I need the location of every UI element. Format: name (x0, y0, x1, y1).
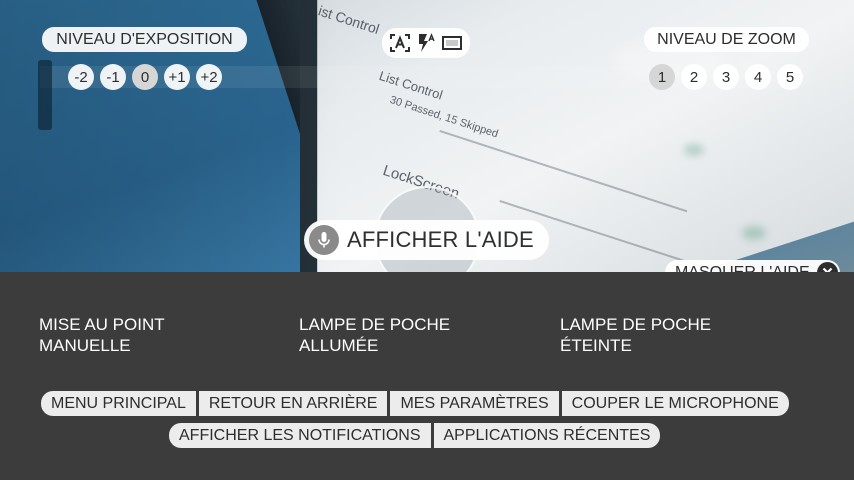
exposure-option[interactable]: +2 (196, 64, 222, 90)
microphone-icon (309, 225, 339, 255)
aspect-ratio-icon[interactable] (441, 34, 463, 52)
global-commands-row: AFFICHER LES NOTIFICATIONS APPLICATIONS … (169, 423, 661, 448)
zoom-option[interactable]: 3 (713, 64, 739, 90)
zoom-label: NIVEAU DE ZOOM (644, 27, 809, 52)
exposure-option-selected[interactable]: 0 (132, 64, 158, 90)
global-commands-row: MENU PRINCIPAL RETOUR EN ARRIÈRE MES PAR… (41, 391, 789, 416)
zoom-option[interactable]: 2 (681, 64, 707, 90)
voice-command-flashlight-off[interactable]: LAMPE DE POCHE ÉTEINTE (560, 314, 780, 356)
command-recent-apps[interactable]: APPLICATIONS RÉCENTES (433, 423, 661, 448)
zoom-option[interactable]: 4 (745, 64, 771, 90)
command-main-menu[interactable]: MENU PRINCIPAL (41, 391, 196, 416)
zoom-option-selected[interactable]: 1 (649, 64, 675, 90)
camera-mode-group (382, 28, 470, 58)
flash-auto-icon[interactable] (416, 33, 436, 53)
command-mute-microphone[interactable]: COUPER LE MICROPHONE (561, 391, 789, 416)
show-help-label: AFFICHER L'AIDE (347, 227, 534, 252)
show-help-button[interactable]: AFFICHER L'AIDE (304, 220, 549, 260)
help-panel: MISE AU POINT MANUELLE LAMPE DE POCHE AL… (0, 272, 854, 480)
command-my-settings[interactable]: MES PARAMÈTRES (390, 391, 559, 416)
voice-command-manual-focus[interactable]: MISE AU POINT MANUELLE (39, 314, 259, 356)
exposure-option[interactable]: -2 (68, 64, 94, 90)
command-show-notifications[interactable]: AFFICHER LES NOTIFICATIONS (169, 423, 431, 448)
voice-command-flashlight-on[interactable]: LAMPE DE POCHE ALLUMÉE (299, 314, 519, 356)
auto-focus-icon[interactable] (389, 33, 411, 53)
exposure-option[interactable]: -1 (100, 64, 126, 90)
camera-app: List Control List Control 30 Passed, 15 … (0, 0, 854, 480)
zoom-option[interactable]: 5 (777, 64, 803, 90)
exposure-label: NIVEAU D'EXPOSITION (42, 27, 247, 52)
command-go-back[interactable]: RETOUR EN ARRIÈRE (198, 391, 388, 416)
exposure-option[interactable]: +1 (164, 64, 190, 90)
